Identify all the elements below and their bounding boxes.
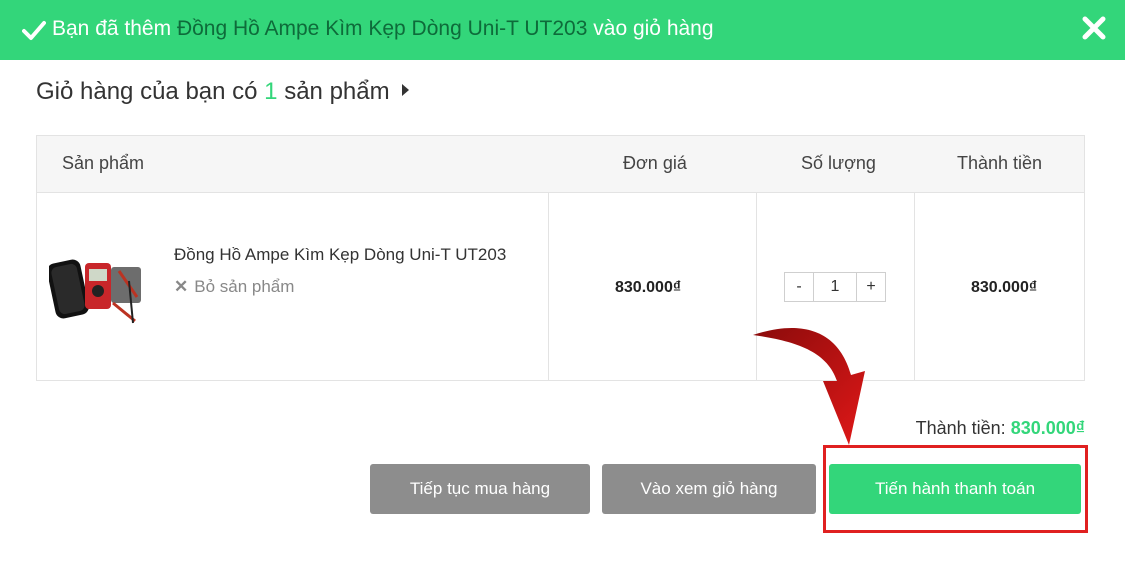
checkout-highlight-box xyxy=(823,445,1088,533)
caret-right-icon xyxy=(402,84,410,96)
remove-product-link[interactable]: ✕ Bỏ sản phẩm xyxy=(174,277,294,297)
order-summary: Thành tiền: 830.000₫ xyxy=(916,418,1085,439)
header-quantity: Số lượng xyxy=(801,153,876,173)
unit-price: 830.000₫ xyxy=(615,279,682,296)
summary-label: Thành tiền: xyxy=(915,418,1006,438)
cart-table-header: Sản phẩm Đơn giá Số lượng Thành tiền xyxy=(37,136,1084,193)
notification-product-name: Đồng Hồ Ampe Kìm Kẹp Dòng Uni-T UT203 xyxy=(176,17,588,40)
cart-heading-before: Giỏ hàng của bạn có xyxy=(36,78,258,105)
cart-item-count: 1 xyxy=(264,78,278,105)
summary-amount: 830.000₫ xyxy=(1010,418,1085,438)
notification-suffix: vào giỏ hàng xyxy=(593,17,714,40)
header-product: Sản phẩm xyxy=(62,153,145,173)
quantity-input[interactable]: 1 xyxy=(813,273,857,301)
column-divider xyxy=(914,193,915,381)
cart-table: Sản phẩm Đơn giá Số lượng Thành tiền Đồn… xyxy=(36,135,1085,381)
header-unit-price: Đơn giá xyxy=(623,153,687,173)
line-total: 830.000₫ xyxy=(971,279,1038,296)
close-icon[interactable] xyxy=(1081,15,1107,41)
notification-prefix: Bạn đã thêm xyxy=(52,17,172,40)
quantity-stepper: - 1 + xyxy=(784,272,886,302)
cart-heading-after: sản phẩm xyxy=(284,78,390,105)
column-divider xyxy=(548,193,549,381)
header-line-total: Thành tiền xyxy=(957,153,1043,173)
product-thumbnail[interactable] xyxy=(49,251,149,326)
added-to-cart-notification: Bạn đã thêm Đồng Hồ Ampe Kìm Kẹp Dòng Un… xyxy=(0,0,1125,60)
quantity-decrease-button[interactable]: - xyxy=(785,273,813,301)
quantity-increase-button[interactable]: + xyxy=(857,273,885,301)
remove-x-icon: ✕ xyxy=(174,277,189,296)
check-icon xyxy=(22,21,46,40)
table-row: Đồng Hồ Ampe Kìm Kẹp Dòng Uni-T UT203 ✕ B… xyxy=(37,193,1084,381)
continue-shopping-button[interactable]: Tiếp tục mua hàng xyxy=(370,464,590,514)
notification-message: Bạn đã thêm Đồng Hồ Ampe Kìm Kẹp Dòng Un… xyxy=(52,17,714,41)
curved-arrow-icon xyxy=(753,328,865,445)
product-name-link[interactable]: Đồng Hồ Ampe Kìm Kẹp Dòng Uni-T UT203 xyxy=(174,245,506,265)
remove-product-label: Bỏ sản phẩm xyxy=(194,277,295,296)
view-cart-button[interactable]: Vào xem giỏ hàng xyxy=(602,464,816,514)
cart-heading: Giỏ hàng của bạn có 1 sản phẩm xyxy=(36,78,410,106)
